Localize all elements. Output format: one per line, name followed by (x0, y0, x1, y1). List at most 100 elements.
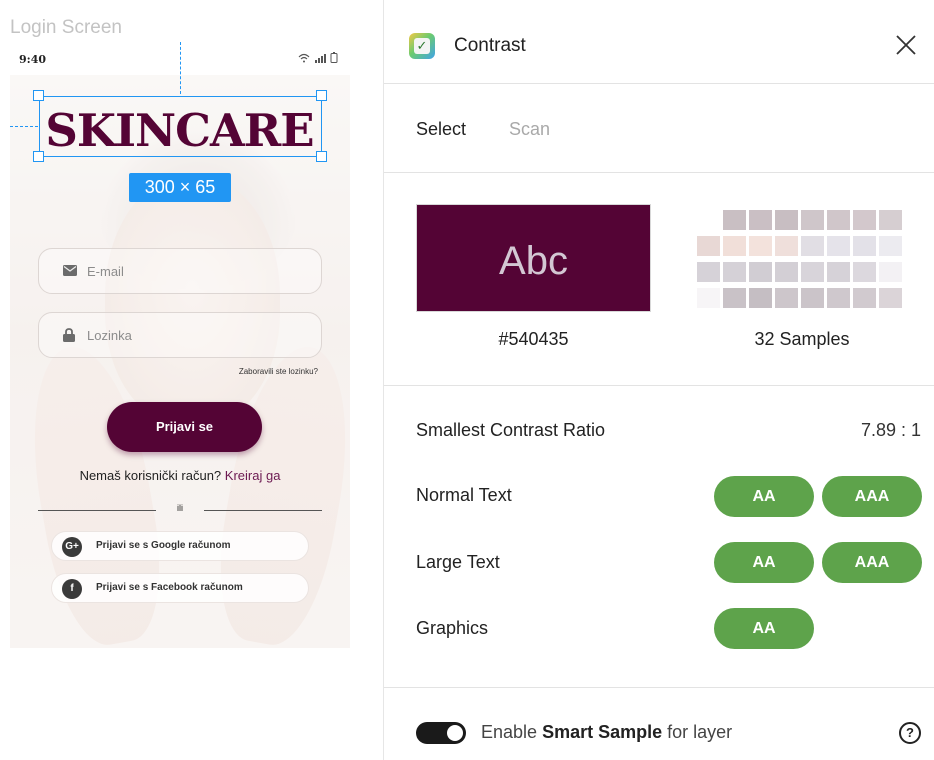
sample-swatch (801, 288, 824, 308)
smart-sample-label: Enable Smart Sample for layer (481, 722, 732, 743)
wifi-icon (299, 53, 310, 63)
smallest-ratio-label: Smallest Contrast Ratio (416, 420, 606, 440)
sample-swatch (697, 236, 720, 256)
panel-footer: Enable Smart Sample for layer ? (384, 689, 934, 760)
sample-swatch (879, 288, 902, 308)
sample-swatch (723, 262, 746, 282)
sample-swatch (723, 288, 746, 308)
status-icons (298, 52, 338, 66)
status-time: 9:40 (19, 53, 47, 66)
sample-swatch (827, 288, 850, 308)
alignment-guide-vertical (180, 42, 181, 94)
google-login-button[interactable]: G+ Prijavi se s Google računom (51, 531, 309, 561)
sample-swatch (723, 210, 746, 230)
sample-swatch (697, 288, 720, 308)
sample-swatch (827, 236, 850, 256)
smart-sample-prefix: Enable (481, 722, 543, 742)
divider-text: ili (177, 503, 183, 513)
resize-handle-top-right[interactable] (316, 90, 327, 101)
selection-dimensions-badge: 300 × 65 (129, 173, 231, 202)
register-prompt: Nemaš korisnički račun? Kreiraj ga (10, 468, 350, 483)
sample-swatch (801, 236, 824, 256)
smart-sample-toggle[interactable] (416, 722, 466, 744)
alignment-guide-horizontal (10, 126, 38, 127)
tab-select[interactable]: Select (416, 119, 466, 140)
large-text-aa-badge: AA (714, 542, 814, 583)
normal-text-aaa-badge: AAA (822, 476, 922, 517)
close-button[interactable] (891, 30, 921, 60)
samples-count: 32 Samples (754, 329, 850, 349)
sample-swatch (749, 210, 772, 230)
facebook-login-button[interactable]: f Prijavi se s Facebook računom (51, 573, 309, 603)
sample-swatch (853, 288, 876, 308)
lock-icon (63, 328, 75, 345)
sample-swatch (697, 262, 720, 282)
large-text-label: Large Text (416, 552, 500, 572)
design-canvas[interactable]: Login Screen 9:40 E-mail Lozinka Zaborav… (0, 0, 383, 760)
sample-swatch (879, 236, 902, 256)
sample-swatch (879, 210, 902, 230)
login-button[interactable]: Prijavi se (107, 402, 262, 452)
google-icon: G+ (62, 537, 82, 557)
password-field[interactable]: Lozinka (38, 312, 322, 358)
sample-swatch (775, 236, 798, 256)
sample-swatch (853, 236, 876, 256)
sample-swatch (827, 262, 850, 282)
sample-swatch (749, 288, 772, 308)
graphics-label: Graphics (416, 618, 489, 638)
background-photo (10, 75, 350, 648)
normal-text-label: Normal Text (416, 485, 512, 505)
mode-tabs: Select Scan (384, 85, 934, 173)
divider-line-right (204, 510, 322, 511)
smallest-ratio-value: 7.89 : 1 (860, 420, 921, 440)
checkmark-icon: ✓ (409, 33, 435, 59)
swatch-hex-value: #540435 (498, 329, 569, 349)
sample-grid (697, 210, 907, 308)
signal-icon (315, 54, 327, 63)
selection-box[interactable] (39, 96, 322, 157)
color-swatch: Abc (416, 204, 651, 312)
sample-swatch (853, 262, 876, 282)
frame-label[interactable]: Login Screen (10, 17, 122, 39)
google-login-label: Prijavi se s Google računom (96, 540, 231, 551)
smart-sample-suffix: for layer (662, 722, 733, 742)
sample-swatch (775, 262, 798, 282)
tab-scan[interactable]: Scan (509, 119, 550, 140)
register-prefix: Nemaš korisnički račun? (79, 468, 222, 483)
large-text-aaa-badge: AAA (822, 542, 922, 583)
swatch-preview-text: Abc (499, 239, 568, 283)
sample-swatch (801, 262, 824, 282)
email-field[interactable]: E-mail (38, 248, 322, 294)
mail-icon (63, 264, 77, 279)
contrast-results: Smallest Contrast Ratio 7.89 : 1 Normal … (384, 387, 934, 688)
sample-swatch (775, 288, 798, 308)
battery-icon (330, 52, 338, 63)
samples-section: Abc #540435 32 Samples (384, 174, 934, 386)
normal-text-aa-badge: AA (714, 476, 814, 517)
email-placeholder: E-mail (87, 264, 124, 279)
toggle-knob (447, 725, 463, 741)
smart-sample-bold: Smart Sample (542, 722, 663, 742)
panel-header: ✓ Contrast (384, 0, 934, 84)
register-link[interactable]: Kreiraj ga (225, 468, 281, 483)
resize-handle-bottom-left[interactable] (33, 151, 44, 162)
facebook-icon: f (62, 579, 82, 599)
sample-swatch (749, 236, 772, 256)
forgot-password-link[interactable]: Zaboravili ste lozinku? (239, 367, 318, 376)
help-icon[interactable]: ? (899, 722, 921, 744)
or-divider: ili (38, 503, 322, 517)
sample-swatch (827, 210, 850, 230)
contrast-panel: ✓ Contrast Select Scan Abc #540435 32 Sa… (383, 0, 934, 760)
photo-overlay (10, 75, 350, 648)
sample-swatch (723, 236, 746, 256)
sample-swatch (853, 210, 876, 230)
resize-handle-bottom-right[interactable] (316, 151, 327, 162)
close-icon (896, 35, 916, 55)
sample-swatch (775, 210, 798, 230)
facebook-login-label: Prijavi se s Facebook računom (96, 582, 243, 593)
password-placeholder: Lozinka (87, 328, 132, 343)
resize-handle-top-left[interactable] (33, 90, 44, 101)
sample-swatch (749, 262, 772, 282)
panel-title: Contrast (454, 35, 526, 56)
sample-swatch (879, 262, 902, 282)
